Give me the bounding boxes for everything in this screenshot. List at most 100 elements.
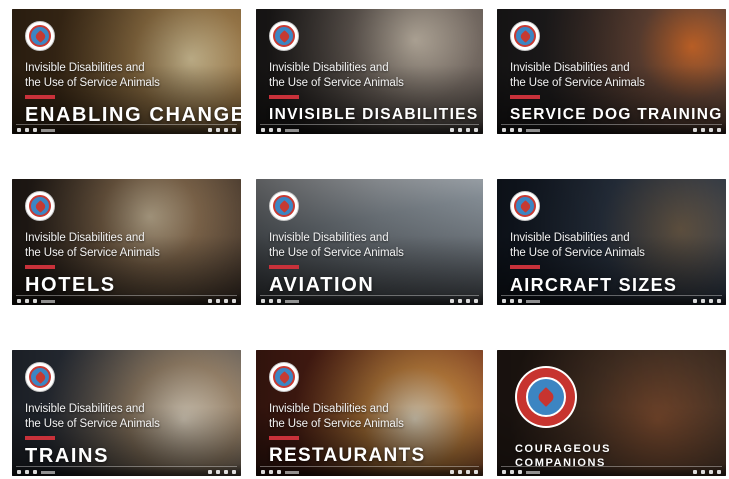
fullscreen-icon[interactable] xyxy=(474,470,478,474)
video-tile-courageous-companions[interactable]: COURAGEOUS COMPANIONS xyxy=(497,350,726,476)
play-icon[interactable] xyxy=(502,128,506,132)
progress-bar[interactable] xyxy=(501,466,722,467)
settings-icon[interactable] xyxy=(458,470,462,474)
progress-bar[interactable] xyxy=(16,466,237,467)
volume-icon[interactable] xyxy=(277,299,281,303)
volume-icon[interactable] xyxy=(33,299,37,303)
play-icon[interactable] xyxy=(502,299,506,303)
volume-icon[interactable] xyxy=(518,128,522,132)
settings-icon[interactable] xyxy=(701,470,705,474)
fullscreen-icon[interactable] xyxy=(232,470,236,474)
time-display xyxy=(526,300,540,303)
volume-icon[interactable] xyxy=(518,299,522,303)
accent-bar xyxy=(269,95,299,99)
time-display xyxy=(285,471,299,474)
next-icon[interactable] xyxy=(25,299,29,303)
progress-bar[interactable] xyxy=(260,295,479,296)
play-icon[interactable] xyxy=(17,470,21,474)
fullscreen-icon[interactable] xyxy=(474,299,478,303)
volume-icon[interactable] xyxy=(518,470,522,474)
volume-icon[interactable] xyxy=(277,470,281,474)
next-icon[interactable] xyxy=(25,470,29,474)
player-controls[interactable] xyxy=(256,122,483,134)
captions-icon[interactable] xyxy=(450,128,454,132)
volume-icon[interactable] xyxy=(33,128,37,132)
next-icon[interactable] xyxy=(510,470,514,474)
captions-icon[interactable] xyxy=(208,470,212,474)
accent-bar xyxy=(269,265,299,269)
maple-leaf-logo-icon xyxy=(269,21,299,51)
captions-icon[interactable] xyxy=(450,299,454,303)
settings-icon[interactable] xyxy=(701,299,705,303)
fullscreen-icon[interactable] xyxy=(717,128,721,132)
youtube-icon[interactable] xyxy=(224,128,228,132)
play-icon[interactable] xyxy=(261,299,265,303)
youtube-icon[interactable] xyxy=(709,299,713,303)
player-controls[interactable] xyxy=(497,122,726,134)
player-controls[interactable] xyxy=(256,293,483,305)
play-icon[interactable] xyxy=(261,470,265,474)
video-tile-enabling-change[interactable]: Invisible Disabilities and the Use of Ser… xyxy=(12,9,241,134)
youtube-icon[interactable] xyxy=(709,128,713,132)
youtube-icon[interactable] xyxy=(466,299,470,303)
video-tile-trains[interactable]: Invisible Disabilities and the Use of Ser… xyxy=(12,350,241,476)
video-tile-service-dog-training[interactable]: Invisible Disabilities and the Use of Ser… xyxy=(497,9,726,134)
player-controls[interactable] xyxy=(12,122,241,134)
settings-icon[interactable] xyxy=(458,128,462,132)
progress-bar[interactable] xyxy=(16,295,237,296)
next-icon[interactable] xyxy=(269,128,273,132)
captions-icon[interactable] xyxy=(208,299,212,303)
settings-icon[interactable] xyxy=(458,299,462,303)
video-tile-aviation[interactable]: Invisible Disabilities and the Use of Ser… xyxy=(256,179,483,305)
video-tile-hotels[interactable]: Invisible Disabilities and the Use of Ser… xyxy=(12,179,241,305)
video-tile-aircraft-sizes[interactable]: Invisible Disabilities and the Use of Ser… xyxy=(497,179,726,305)
fullscreen-icon[interactable] xyxy=(232,299,236,303)
player-controls[interactable] xyxy=(497,464,726,476)
volume-icon[interactable] xyxy=(33,470,37,474)
player-controls[interactable] xyxy=(12,293,241,305)
youtube-icon[interactable] xyxy=(466,128,470,132)
youtube-icon[interactable] xyxy=(224,299,228,303)
fullscreen-icon[interactable] xyxy=(717,470,721,474)
captions-icon[interactable] xyxy=(693,299,697,303)
progress-bar[interactable] xyxy=(501,295,722,296)
video-tile-restaurants[interactable]: Invisible Disabilities and the Use of Ser… xyxy=(256,350,483,476)
time-display xyxy=(41,300,55,303)
player-controls[interactable] xyxy=(12,464,241,476)
progress-bar[interactable] xyxy=(260,124,479,125)
player-controls[interactable] xyxy=(256,464,483,476)
next-icon[interactable] xyxy=(269,299,273,303)
youtube-icon[interactable] xyxy=(224,470,228,474)
play-icon[interactable] xyxy=(17,299,21,303)
progress-bar[interactable] xyxy=(501,124,722,125)
settings-icon[interactable] xyxy=(216,470,220,474)
play-icon[interactable] xyxy=(261,128,265,132)
fullscreen-icon[interactable] xyxy=(232,128,236,132)
next-icon[interactable] xyxy=(269,470,273,474)
accent-bar xyxy=(25,265,55,269)
time-display xyxy=(526,129,540,132)
next-icon[interactable] xyxy=(510,299,514,303)
play-icon[interactable] xyxy=(502,470,506,474)
settings-icon[interactable] xyxy=(216,299,220,303)
progress-bar[interactable] xyxy=(16,124,237,125)
captions-icon[interactable] xyxy=(450,470,454,474)
youtube-icon[interactable] xyxy=(709,470,713,474)
next-icon[interactable] xyxy=(25,128,29,132)
settings-icon[interactable] xyxy=(216,128,220,132)
fullscreen-icon[interactable] xyxy=(717,299,721,303)
captions-icon[interactable] xyxy=(693,470,697,474)
settings-icon[interactable] xyxy=(701,128,705,132)
volume-icon[interactable] xyxy=(277,128,281,132)
fullscreen-icon[interactable] xyxy=(474,128,478,132)
captions-icon[interactable] xyxy=(693,128,697,132)
next-icon[interactable] xyxy=(510,128,514,132)
progress-bar[interactable] xyxy=(260,466,479,467)
youtube-icon[interactable] xyxy=(466,470,470,474)
play-icon[interactable] xyxy=(17,128,21,132)
video-subtitle: Invisible Disabilities and the Use of Ser… xyxy=(269,232,404,259)
captions-icon[interactable] xyxy=(208,128,212,132)
player-controls[interactable] xyxy=(497,293,726,305)
accent-bar xyxy=(269,436,299,440)
video-tile-invisible-disabilities[interactable]: Invisible Disabilities and the Use of Ser… xyxy=(256,9,483,134)
